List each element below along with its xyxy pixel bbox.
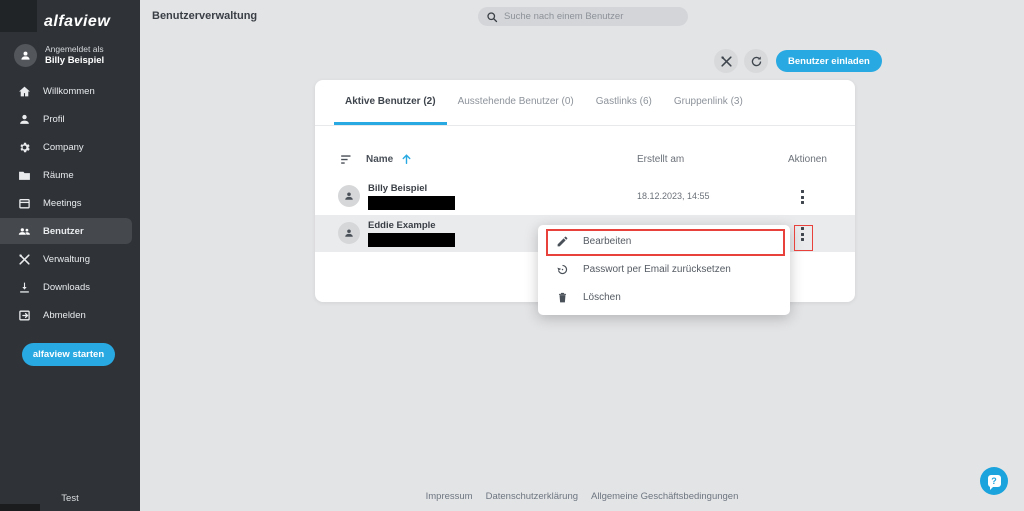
- gear-icon: [18, 141, 31, 154]
- help-fab-button[interactable]: ?: [980, 467, 1008, 495]
- row-actions-menu-button[interactable]: [793, 224, 811, 244]
- column-header-created: Erstellt am: [637, 154, 684, 165]
- menu-item-label: Löschen: [583, 292, 621, 303]
- user-avatar-icon: [338, 222, 360, 244]
- menu-item-passwort-zuruecksetzen[interactable]: Passwort per Email zurücksetzen: [538, 255, 790, 283]
- help-question-icon: ?: [988, 475, 1001, 487]
- footer-link-datenschutz[interactable]: Datenschutzerklärung: [486, 491, 578, 502]
- table-header: Name Erstellt am Aktionen: [315, 150, 855, 172]
- person-icon: [18, 113, 31, 126]
- sidebar-item-verwaltung[interactable]: Verwaltung: [0, 246, 132, 272]
- sidebar-item-label: Downloads: [43, 282, 90, 293]
- workspace-label: Test: [0, 493, 140, 504]
- alfaview-starten-button[interactable]: alfaview starten: [22, 343, 115, 366]
- search-input[interactable]: [504, 11, 680, 22]
- sidebar-item-label: Verwaltung: [43, 254, 90, 265]
- sidebar-item-label: Benutzer: [43, 226, 84, 237]
- user-name: Billy Beispiel: [368, 183, 427, 194]
- footer-link-agb[interactable]: Allgemeine Geschäftsbedingungen: [591, 491, 738, 502]
- sidebar-corner-dark: [0, 0, 37, 32]
- page-title: Benutzerverwaltung: [152, 10, 257, 22]
- trash-icon: [556, 291, 569, 304]
- sidebar-item-abmelden[interactable]: Abmelden: [0, 302, 132, 328]
- logout-icon: [18, 309, 31, 322]
- redacted-email-bar: [368, 233, 455, 247]
- user-name: Eddie Example: [368, 220, 436, 231]
- history-icon: [556, 263, 569, 276]
- app-root: alfaview Angemeldet als Billy Beispiel W…: [0, 0, 1024, 511]
- tab-bar: Aktive Benutzer (2) Ausstehende Benutzer…: [315, 80, 855, 126]
- tools-icon: [18, 253, 31, 266]
- sidebar: alfaview Angemeldet als Billy Beispiel W…: [0, 0, 140, 511]
- search-icon: [486, 11, 498, 23]
- tab-aktive-benutzer[interactable]: Aktive Benutzer (2): [334, 80, 447, 125]
- tab-gruppenlink[interactable]: Gruppenlink (3): [663, 80, 754, 125]
- people-icon: [18, 225, 31, 238]
- menu-item-loeschen[interactable]: Löschen: [538, 283, 790, 311]
- footer-links: Impressum Datenschutzerklärung Allgemein…: [140, 491, 1024, 502]
- signed-in-label: Angemeldet als: [45, 44, 104, 55]
- admin-tools-button[interactable]: [714, 49, 738, 73]
- sidebar-item-label: Profil: [43, 114, 65, 125]
- invite-user-button[interactable]: Benutzer einladen: [776, 50, 882, 72]
- row-actions-menu-button[interactable]: [793, 187, 811, 207]
- column-header-actions: Aktionen: [788, 154, 827, 165]
- alfaview-logo: alfaview: [44, 13, 110, 31]
- sidebar-item-company[interactable]: Company: [0, 134, 132, 160]
- sidebar-item-label: Abmelden: [43, 310, 86, 321]
- sidebar-item-downloads[interactable]: Downloads: [0, 274, 132, 300]
- folder-icon: [18, 169, 31, 182]
- sort-ascending-icon[interactable]: [400, 152, 413, 166]
- calendar-icon: [18, 197, 31, 210]
- sidebar-item-benutzer[interactable]: Benutzer: [0, 218, 132, 244]
- sidebar-corner-dark-bottom: [0, 504, 40, 511]
- sidebar-item-label: Meetings: [43, 198, 82, 209]
- signed-in-user: Angemeldet als Billy Beispiel: [14, 44, 134, 67]
- refresh-icon: [750, 55, 763, 68]
- search-bar: [478, 7, 688, 26]
- tab-gastlinks[interactable]: Gastlinks (6): [585, 80, 663, 125]
- menu-item-label: Bearbeiten: [583, 236, 631, 247]
- sidebar-item-raeume[interactable]: Räume: [0, 162, 132, 188]
- sidebar-item-label: Räume: [43, 170, 74, 181]
- menu-item-bearbeiten[interactable]: Bearbeiten: [538, 227, 790, 255]
- user-avatar-icon: [338, 185, 360, 207]
- tab-ausstehende-benutzer[interactable]: Ausstehende Benutzer (0): [447, 80, 585, 125]
- user-avatar-icon: [14, 44, 37, 67]
- pencil-icon: [556, 235, 569, 248]
- created-date: 18.12.2023, 14:55: [637, 191, 710, 201]
- tools-icon: [720, 55, 733, 68]
- sidebar-item-profil[interactable]: Profil: [0, 106, 132, 132]
- row-context-menu: Bearbeiten Passwort per Email zurücksetz…: [538, 225, 790, 315]
- signed-in-username: Billy Beispiel: [45, 55, 104, 67]
- home-icon: [18, 85, 31, 98]
- menu-item-label: Passwort per Email zurücksetzen: [583, 264, 731, 275]
- sidebar-item-label: Company: [43, 142, 84, 153]
- footer-link-impressum[interactable]: Impressum: [426, 491, 473, 502]
- filter-sort-icon[interactable]: [340, 154, 354, 166]
- download-icon: [18, 281, 31, 294]
- column-header-name[interactable]: Name: [366, 154, 393, 165]
- redacted-email-bar: [368, 196, 455, 210]
- refresh-button[interactable]: [744, 49, 768, 73]
- table-row-billy-beispiel[interactable]: Billy Beispiel 18.12.2023, 14:55: [315, 178, 855, 215]
- sidebar-item-label: Willkommen: [43, 86, 95, 97]
- sidebar-item-meetings[interactable]: Meetings: [0, 190, 132, 216]
- sidebar-item-willkommen[interactable]: Willkommen: [0, 78, 132, 104]
